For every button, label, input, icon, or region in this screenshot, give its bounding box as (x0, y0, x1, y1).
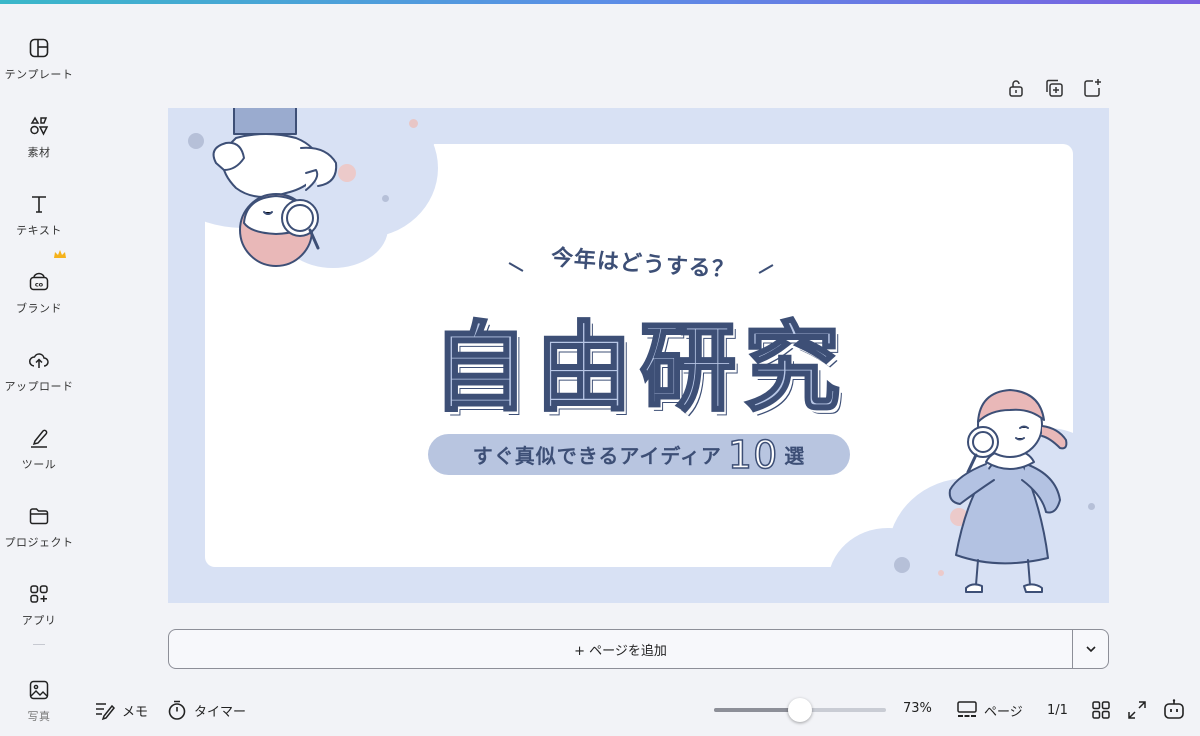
svg-text:co: co (35, 281, 44, 289)
pill-suffix: 選 (784, 444, 806, 468)
folder-icon (29, 508, 49, 525)
pages-button[interactable]: ページ (956, 697, 1023, 723)
sidebar-item-apps[interactable]: アプリ (0, 574, 78, 640)
memo-label: メモ (122, 704, 149, 720)
sidebar-item-label: 写真 (27, 710, 51, 723)
text-icon (32, 196, 46, 213)
add-page-dropdown-button[interactable] (1073, 629, 1109, 669)
decor-dot (188, 133, 204, 149)
assistant-button[interactable] (1162, 697, 1186, 723)
decor-dot (409, 119, 418, 128)
sidebar-item-brand[interactable]: co ブランド (0, 262, 78, 328)
unlock-icon[interactable] (1004, 76, 1028, 100)
page-count: 1/1 (1047, 697, 1068, 723)
photo-icon (29, 680, 49, 700)
zoom-level[interactable]: 73% (903, 701, 932, 716)
upload-icon (29, 353, 49, 368)
sidebar-item-label: アップロード (4, 380, 74, 393)
page-count-text: 1/1 (1047, 702, 1068, 718)
crown-icon (54, 250, 66, 258)
chevron-down-icon (1085, 646, 1096, 653)
decor-dot (382, 195, 389, 202)
sidebar-item-label: プロジェクト (4, 536, 74, 549)
pages-icon (957, 701, 977, 717)
sidebar-item-label: アプリ (21, 614, 57, 627)
boy-illustration (212, 108, 338, 267)
decor-dot (894, 557, 910, 573)
sidebar-item-label: テンプレート (4, 68, 74, 81)
elements-icon (30, 116, 49, 136)
sidebar-item-upload[interactable]: アップロード (0, 340, 78, 406)
add-page-button[interactable]: + ページを追加 (168, 629, 1073, 669)
zoom-slider-thumb[interactable] (788, 698, 812, 722)
design-canvas[interactable]: 今年はどうする？ 自由研究 すぐ真似できるアイディア 10 選 (168, 108, 1109, 603)
sidebar-item-label: ブランド (16, 302, 62, 315)
sidebar-item-label: ツール (21, 458, 57, 471)
memo-button[interactable]: メモ (94, 697, 148, 723)
sidebar-item-elements[interactable]: 素材 (0, 106, 78, 172)
add-page-label: + ページを追加 (574, 643, 667, 659)
sidebar-divider (33, 644, 45, 645)
sidebar-item-projects[interactable]: プロジェクト (0, 496, 78, 562)
timer-icon (168, 700, 186, 720)
expand-icon (1128, 701, 1146, 719)
apps-icon (30, 585, 48, 603)
design-title[interactable]: 自由研究 (400, 290, 880, 429)
add-page-icon[interactable] (1080, 76, 1104, 100)
top-accent-bar (0, 0, 1200, 4)
sidebar-item-text[interactable]: テキスト (0, 184, 78, 250)
grid-view-icon (1092, 701, 1110, 719)
sidebar-item-tools[interactable]: ツール (0, 418, 78, 484)
sidebar-item-templates[interactable]: テンプレート (0, 28, 78, 94)
timer-label: タイマー (194, 704, 247, 720)
assistant-bot-icon (1164, 699, 1184, 719)
fullscreen-button[interactable] (1126, 697, 1148, 723)
template-icon (29, 38, 49, 58)
pages-label: ページ (984, 704, 1023, 720)
page-tools (1004, 76, 1104, 100)
timer-button[interactable]: タイマー (166, 697, 246, 723)
brand-icon: co (29, 272, 49, 291)
sidebar-item-photos[interactable]: 写真 (0, 670, 78, 736)
memo-icon (96, 703, 116, 721)
sidebar-item-label: 素材 (27, 146, 51, 159)
sidebar-item-label: テキスト (16, 224, 62, 237)
decor-dot (1088, 503, 1095, 510)
duplicate-page-icon[interactable] (1042, 76, 1066, 100)
pill-number: 10 (727, 432, 779, 477)
left-sidebar: テンプレート 素材 テキスト co ブランド アップロード ツール プロジェクト… (0, 4, 78, 731)
pill-text: すぐ真似できるアイディア (472, 444, 722, 468)
design-pill-banner[interactable]: すぐ真似できるアイディア 10 選 (428, 434, 850, 475)
grid-view-button[interactable] (1090, 697, 1112, 723)
girl-illustration (948, 389, 1068, 593)
tools-icon (31, 429, 48, 448)
